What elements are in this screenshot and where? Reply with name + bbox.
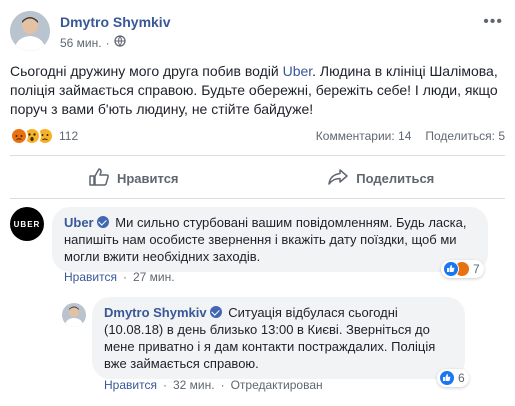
share-arrow-icon: [328, 168, 348, 189]
post-text: Сьогодні дружину мого друга побив водій …: [10, 63, 498, 117]
comment-reply-dmytro: Dmytro Shymkiv Ситуація відбулася сьогод…: [62, 297, 505, 397]
reply-edited-label[interactable]: Отредактирован: [231, 378, 323, 392]
stats-divider: [10, 155, 505, 156]
post-meta: 56 мин. ·: [60, 35, 126, 50]
post-stats: 112 Комментарии: 14 Поделиться: 5: [10, 125, 505, 147]
comment-uber: UBER Uber Ми сильно стурбовані вашим пов…: [10, 207, 505, 289]
reply-meta: Нравится · 32 мин. · Отредактирован: [104, 378, 323, 392]
reply-author-name[interactable]: Dmytro Shymkiv: [104, 305, 207, 320]
reply-reactions[interactable]: 6: [437, 369, 469, 387]
comment-reactions[interactable]: 7: [441, 260, 484, 278]
angry-reaction-icon: [10, 127, 28, 145]
reply-bubble: Dmytro Shymkiv Ситуація відбулася сьогод…: [92, 297, 465, 379]
globe-icon: [113, 35, 126, 50]
uber-page-link[interactable]: Uber: [283, 63, 313, 79]
author-avatar[interactable]: [10, 11, 50, 51]
comment-author-name[interactable]: Uber: [64, 215, 94, 230]
comment-text: Ми сильно стурбовані вашим повідомленням…: [64, 215, 467, 264]
like-thumb-icon: [89, 167, 109, 189]
reply-time[interactable]: 32 мин.: [173, 378, 215, 392]
uber-avatar[interactable]: UBER: [10, 207, 44, 241]
comment-bubble: Uber Ми сильно стурбовані вашим повідомл…: [52, 207, 488, 272]
shares-count-link[interactable]: Поделиться: 5: [425, 129, 505, 143]
share-button-label: Поделиться: [356, 170, 435, 186]
more-options-icon[interactable]: •••: [483, 13, 503, 31]
reply-reaction-count: 6: [458, 371, 465, 385]
actions-divider: [10, 198, 505, 199]
comments-count-link[interactable]: Комментарии: 14: [316, 129, 412, 143]
post-actions: Нравится Поделиться: [10, 162, 505, 194]
post-time[interactable]: 56 мин.: [60, 36, 102, 50]
share-button[interactable]: Поделиться: [258, 162, 506, 194]
verified-badge-icon: [96, 216, 109, 228]
like-reaction-icon: [443, 261, 459, 277]
comment-reaction-count: 7: [473, 262, 480, 276]
comment-meta: Нравится · 27 мин.: [64, 270, 175, 284]
post-header: Dmytro Shymkiv 56 мин. · •••: [10, 11, 505, 55]
reply-author-avatar[interactable]: [62, 303, 86, 327]
like-button[interactable]: Нравится: [10, 162, 258, 194]
post-author-name[interactable]: Dmytro Shymkiv: [60, 14, 170, 30]
reply-like-link[interactable]: Нравится: [104, 378, 157, 392]
reaction-summary[interactable]: 112: [10, 127, 78, 145]
post-counters: Комментарии: 14 Поделиться: 5: [316, 129, 505, 143]
like-reaction-icon: [439, 370, 455, 386]
comment-like-link[interactable]: Нравится: [64, 270, 117, 284]
comment-time[interactable]: 27 мин.: [133, 270, 175, 284]
reaction-count: 112: [59, 129, 79, 143]
like-button-label: Нравится: [116, 170, 179, 186]
verified-badge-icon: [209, 306, 222, 318]
